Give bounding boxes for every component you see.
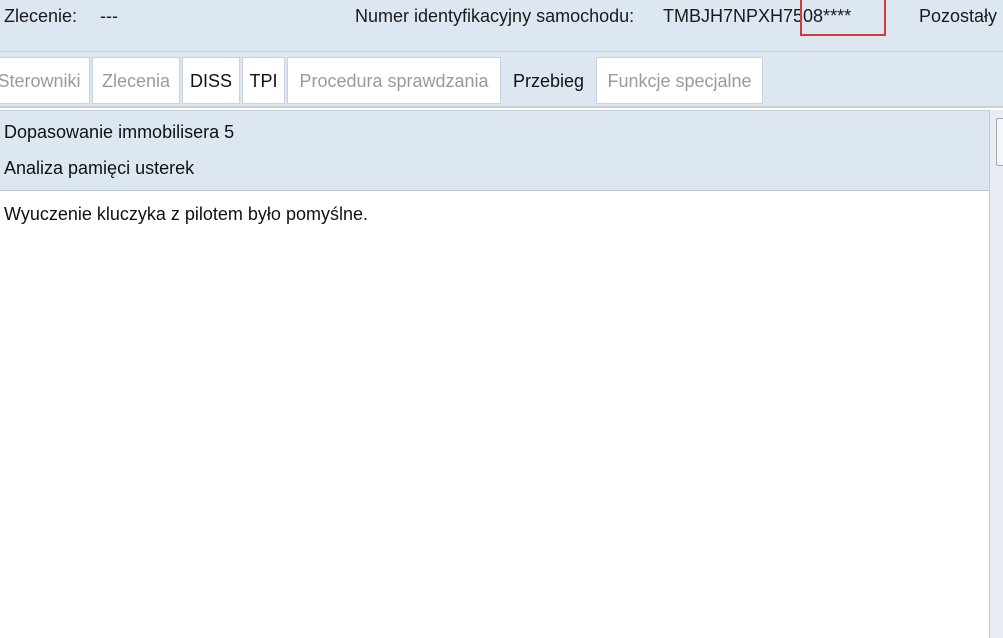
vin-label: Numer identyfikacyjny samochodu:	[355, 6, 635, 26]
step-item[interactable]: Dopasowanie immobilisera 5	[4, 121, 234, 143]
step-list: Dopasowanie immobilisera 5 Analiza pamię…	[0, 111, 989, 191]
remaining-label: Pozostały	[919, 6, 998, 26]
vin-highlight-box	[800, 0, 886, 36]
tab-bar: Sterowniki Zlecenia DISS TPI Procedura s…	[0, 52, 1003, 108]
result-message: Wyuczenie kluczyka z pilotem było pomyśl…	[4, 204, 368, 224]
order-label: Zlecenie:	[4, 6, 78, 26]
content-panel: Dopasowanie immobilisera 5 Analiza pamię…	[0, 110, 989, 638]
vertical-scrollbar[interactable]	[989, 110, 1003, 638]
tab-przebieg[interactable]: Przebieg	[503, 57, 594, 104]
tab-funkcje-specjalne[interactable]: Funkcje specjalne	[596, 57, 763, 104]
scrollbar-thumb[interactable]	[996, 118, 1003, 166]
tab-diss[interactable]: DISS	[182, 57, 240, 104]
tab-tpi[interactable]: TPI	[242, 57, 285, 104]
header-bar: Zlecenie: --- Numer identyfikacyjny samo…	[0, 0, 1003, 52]
step-item[interactable]: Analiza pamięci usterek	[4, 157, 194, 179]
tab-sterowniki[interactable]: Sterowniki	[0, 57, 90, 104]
tab-zlecenia[interactable]: Zlecenia	[92, 57, 180, 104]
order-value: ---	[100, 6, 118, 26]
tab-procedura-sprawdzania[interactable]: Procedura sprawdzania	[287, 57, 501, 104]
